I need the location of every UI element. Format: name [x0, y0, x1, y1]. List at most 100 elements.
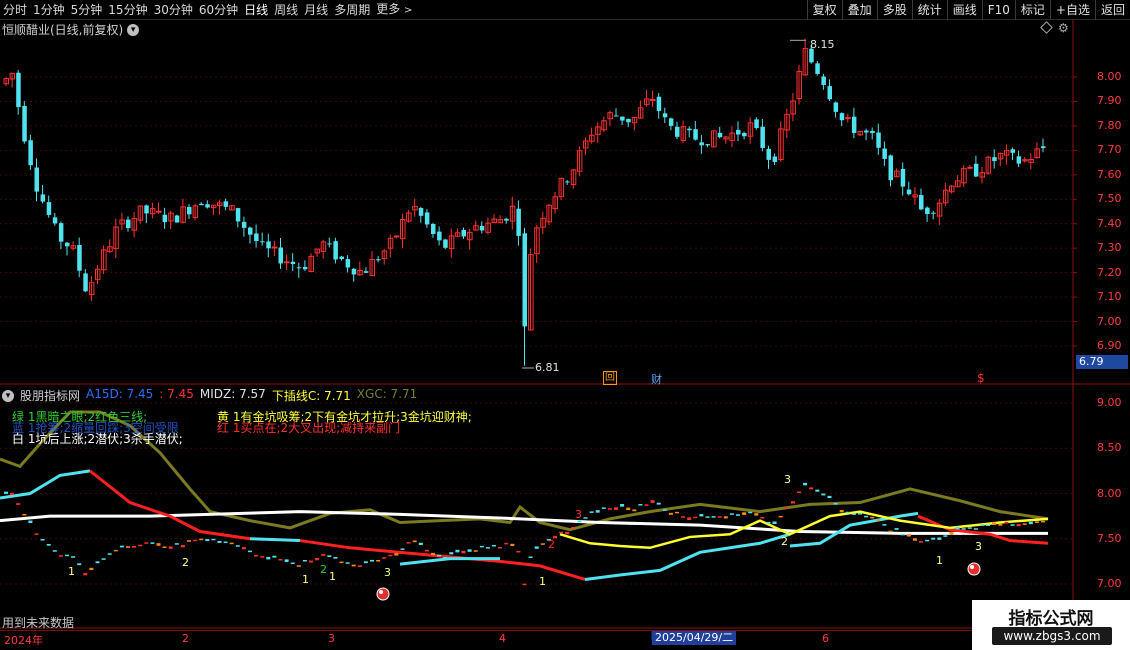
candle-body — [821, 76, 826, 85]
candlestick-series — [3, 38, 1046, 369]
cyan-line-mid — [249, 537, 301, 543]
date-tick: 6 — [822, 632, 829, 645]
indicator-candle — [382, 557, 387, 559]
signal-label: 2 — [320, 563, 327, 576]
price-axis-label: 8.00 — [1097, 70, 1122, 83]
candle-body — [760, 126, 765, 148]
candle-body — [931, 212, 936, 214]
signal-label: 1 — [302, 573, 309, 586]
desc-text: 红 1买点在;2大叉出现;减持来副门 — [217, 421, 401, 435]
candle-body — [437, 231, 442, 241]
indicator-candle — [1022, 523, 1027, 525]
indicator-candle — [809, 487, 814, 490]
candle-body — [52, 217, 58, 224]
indicator-candle — [980, 524, 984, 526]
chevron-down-icon[interactable]: ▾ — [127, 23, 140, 36]
candle-body — [260, 241, 265, 243]
chart-frame — [0, 20, 1130, 630]
main-chart-title[interactable]: 恒顺醋业(日线,前复权) ▾ — [2, 21, 140, 38]
indicator-candle — [296, 565, 301, 567]
indicator-candle — [339, 561, 344, 564]
indicator-candle — [620, 503, 625, 507]
candle-body — [65, 242, 70, 247]
indicator-candle — [327, 555, 332, 557]
indicator-candle — [967, 527, 972, 529]
candle-body — [278, 247, 283, 264]
review-marker[interactable]: 回 — [603, 371, 617, 385]
indicator-candle — [10, 492, 15, 496]
indicator-axis-label: 7.00 — [1097, 577, 1122, 590]
indicator-candle — [614, 507, 618, 510]
candle-body — [1016, 156, 1022, 164]
candle-body — [479, 226, 485, 231]
indicator-candle — [437, 554, 442, 557]
indicator-candle — [839, 509, 844, 513]
date-tick: 2 — [182, 632, 189, 645]
candle-body — [162, 214, 168, 223]
candle-body — [58, 223, 64, 242]
indicator-candle — [1034, 521, 1039, 523]
cyan-line-right — [789, 511, 919, 548]
price-axis-label: 7.40 — [1097, 216, 1122, 230]
red-line-a — [89, 469, 251, 541]
indicator-candle — [595, 510, 600, 513]
candle-body — [205, 204, 210, 208]
indicator-candle — [559, 531, 564, 534]
indicator-candle — [150, 542, 155, 544]
indicator-candle — [388, 554, 393, 557]
red-ball-highlight — [379, 590, 383, 594]
candle-body — [845, 117, 851, 120]
indicator-candle — [412, 540, 417, 543]
kline-chart[interactable]: 12121 31231323 — [0, 0, 1130, 650]
indicator-candle — [492, 544, 496, 547]
indicator-candle — [687, 517, 692, 520]
indicator-candle — [827, 495, 832, 499]
candle-body — [46, 202, 52, 215]
indicator-candle — [882, 524, 887, 526]
indicator-candle — [217, 540, 222, 543]
indicator-candle — [662, 509, 667, 511]
candle-body — [1010, 149, 1015, 153]
indicator-candle — [919, 541, 923, 543]
indicator-candle — [199, 538, 204, 541]
indicator-candle — [248, 550, 252, 553]
candle-body — [187, 206, 192, 215]
chevron-down-icon[interactable]: ▾ — [2, 389, 14, 402]
indicator-header[interactable]: ▾ 股朋指标网 A15D: 7.45: 7.45 MIDZ: 7.57 下插线C: … — [2, 387, 417, 404]
candle-body — [339, 256, 344, 259]
indicator-candle — [797, 491, 801, 493]
indicator-candle — [736, 514, 740, 516]
cyan-line-rise — [584, 532, 791, 581]
candle-body — [235, 208, 241, 222]
indicator-candle — [717, 516, 722, 518]
candle-body — [766, 148, 771, 160]
dividend-marker[interactable]: $ — [977, 371, 985, 385]
signal-label: 3 — [384, 566, 391, 579]
candle-body — [626, 118, 631, 123]
indicator-candle — [815, 489, 820, 492]
candle-body — [839, 113, 845, 121]
price-axis-label: 7.10 — [1097, 290, 1122, 304]
signal-label: 3 — [575, 508, 582, 521]
indicator-candle — [784, 507, 789, 509]
candle-body — [973, 163, 979, 177]
indicator-candle — [833, 502, 838, 505]
candle-body — [248, 227, 253, 235]
candle-body — [705, 144, 710, 146]
candle-body — [827, 86, 832, 100]
indicator-candle — [357, 565, 362, 568]
candle-body — [687, 128, 692, 131]
signal-label: 3 — [784, 473, 791, 486]
finance-marker[interactable]: 财 — [651, 371, 662, 387]
indicator-candle — [241, 547, 246, 550]
indicator-value: A15D: 7.45 — [86, 387, 154, 401]
indicator-candle — [790, 501, 795, 504]
indicator-candle — [40, 539, 45, 541]
candle-body — [156, 210, 162, 213]
indicator-candle — [254, 554, 259, 557]
indicator-axis-label: 9.00 — [1097, 396, 1122, 409]
indicator-candle — [83, 572, 88, 576]
candle-body — [266, 241, 271, 249]
gear-icon[interactable]: ⚙ — [1058, 21, 1069, 35]
indicator-candle — [632, 509, 637, 512]
